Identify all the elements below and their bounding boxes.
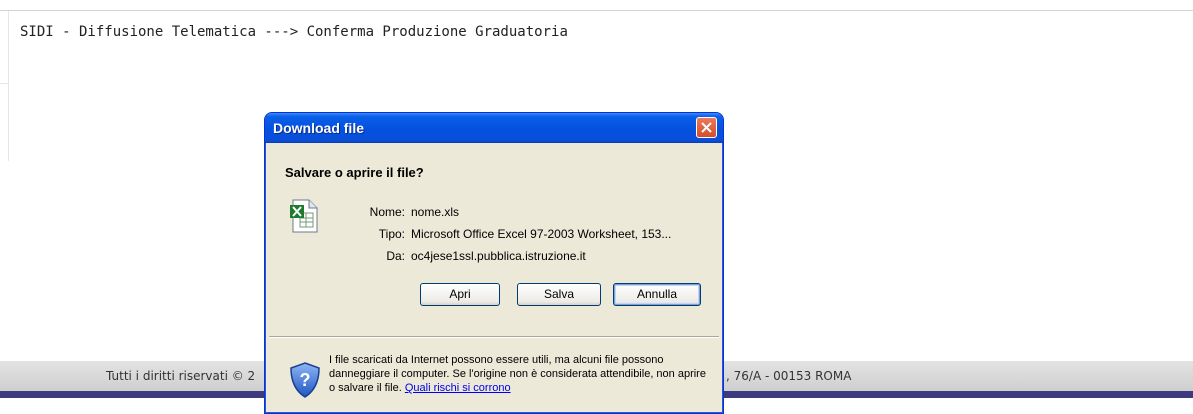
dialog-title: Download file [273, 120, 364, 136]
download-dialog: Download file Salvare o aprire il file? … [264, 112, 724, 414]
save-button[interactable]: Salva [517, 283, 601, 306]
close-icon [701, 122, 712, 133]
warning-text: I file scaricati da Internet possono ess… [329, 354, 706, 394]
security-warning: I file scaricati da Internet possono ess… [329, 353, 709, 395]
excel-file-icon [289, 199, 319, 237]
footer-address: , 76/A - 00153 ROMA [726, 369, 852, 383]
footer-copyright: Tutti i diritti riservati © 2 [106, 369, 256, 383]
name-value: nome.xls [411, 205, 460, 219]
dialog-question: Salvare o aprire il file? [285, 165, 424, 180]
type-label: Tipo: [378, 227, 405, 241]
svg-text:?: ? [300, 370, 311, 390]
header-rule [0, 10, 1193, 11]
risk-link[interactable]: Quali rischi si corrono [405, 382, 511, 394]
dialog-titlebar[interactable]: Download file [265, 113, 723, 143]
left-frame-divider [0, 83, 9, 84]
dialog-separator [269, 336, 719, 338]
type-value: Microsoft Office Excel 97-2003 Worksheet… [411, 227, 672, 241]
source-label: Da: [386, 249, 405, 263]
security-shield-icon: ? [289, 361, 321, 403]
cancel-button[interactable]: Annulla [613, 283, 701, 306]
open-button[interactable]: Apri [420, 283, 500, 306]
close-button[interactable] [696, 117, 717, 138]
dialog-body: Salvare o aprire il file? Nome: nome.xls… [269, 143, 719, 413]
name-label: Nome: [369, 205, 405, 219]
left-frame-edge [8, 11, 9, 161]
source-value: oc4jese1ssl.pubblica.istruzione.it [411, 249, 586, 263]
page-title: SIDI - Diffusione Telematica ---> Confer… [20, 24, 568, 40]
